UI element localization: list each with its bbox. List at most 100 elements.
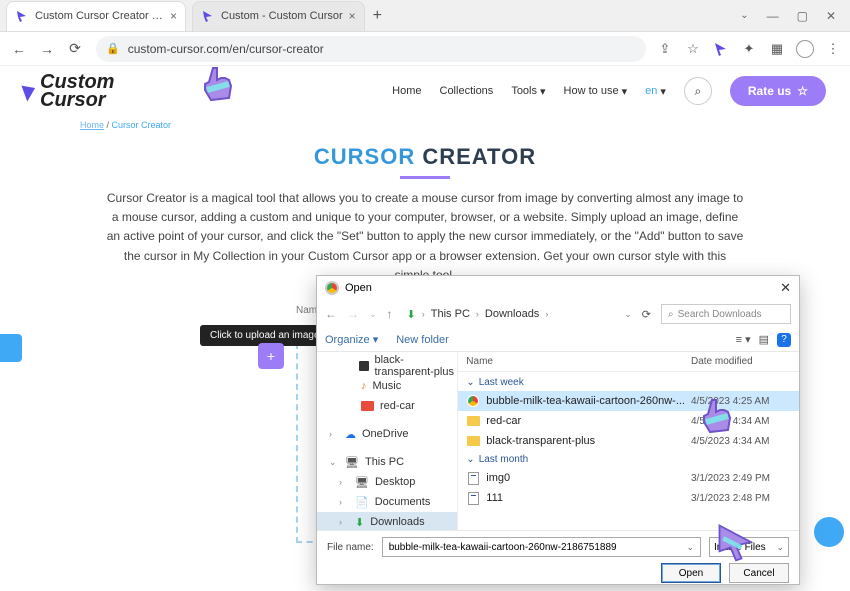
maximize-icon[interactable]: ▢ [797,9,808,23]
tree-item[interactable]: black-transparent-plus [317,356,457,376]
refresh-icon[interactable]: ⟳ [642,308,651,321]
tree-item-onedrive[interactable]: ›☁OneDrive [317,424,457,444]
list-row[interactable]: 1113/1/2023 2:48 PM [458,488,799,508]
new-tab-button[interactable]: + [373,7,382,25]
rate-us-button[interactable]: Rate us☆ [730,76,826,106]
avatar[interactable] [796,40,814,58]
tab-inactive[interactable]: Custom - Custom Cursor × [192,1,365,31]
breadcrumb-home[interactable]: Home [80,120,104,130]
apps-icon[interactable]: ▦ [768,40,786,58]
back-button[interactable]: ← [325,307,337,321]
dialog-toolbar: Organize ▾ New folder ≡ ▾ ▤ ? [317,328,799,352]
dialog-titlebar: Open ✕ [317,276,799,300]
col-name[interactable]: Name [466,356,691,367]
list-row[interactable]: bubble-milk-tea-kawaii-cartoon-260nw-...… [458,391,799,411]
dialog-title: Open [345,282,372,294]
title-underline [400,176,450,179]
browser-titlebar: Custom Cursor Creator - Custom... × Cust… [0,0,850,32]
page-title: CURSOR CREATOR [60,144,790,170]
file-list: Name Date modified ⌄Last week bubble-mil… [458,352,799,530]
list-row[interactable]: black-transparent-plus4/5/2023 4:34 AM [458,431,799,451]
tree-item[interactable]: red-car [317,396,457,416]
pointer-cursor-icon [694,392,742,440]
chevron-down-icon[interactable]: ⌄ [369,309,377,320]
help-icon[interactable]: ? [777,333,791,347]
close-icon[interactable]: × [349,9,356,23]
url: custom-cursor.com/en/cursor-creator [128,42,324,56]
chevron-down-icon: ▾ [660,85,666,98]
close-window-icon[interactable]: ✕ [826,9,836,23]
reload-button[interactable]: ⟳ [64,38,86,60]
download-icon: ⬇ [407,308,416,321]
bookmark-icon[interactable]: ☆ [684,40,702,58]
chrome-icon [467,395,479,407]
up-button[interactable]: ↑ [387,307,393,321]
star-icon: ☆ [797,84,808,98]
open-button[interactable]: Open [661,563,721,583]
extensions-icon[interactable]: ✦ [740,40,758,58]
organize-menu[interactable]: Organize ▾ [325,333,378,346]
lock-icon: 🔒 [106,42,120,55]
nav-home[interactable]: Home [392,85,421,97]
chevron-down-icon[interactable]: ⌄ [740,10,748,21]
arrow-icon [21,81,38,101]
main-nav: Home Collections Tools▾ How to use▾ en▾ … [392,76,826,106]
chevron-down-icon: ▾ [622,85,628,98]
menu-icon[interactable]: ⋮ [824,40,842,58]
cancel-button[interactable]: Cancel [729,563,789,583]
tree-item[interactable]: ›📄Documents [317,492,457,512]
nav-lang[interactable]: en▾ [645,85,666,98]
site-header: Custom Cursor Home Collections Tools▾ Ho… [0,66,850,116]
chevron-down-icon: ▾ [540,85,546,98]
list-header: Name Date modified [458,352,799,372]
upload-button[interactable]: + [258,343,284,369]
window-controls: ⌄ — ▢ ✕ [740,9,850,23]
close-icon[interactable]: ✕ [780,280,791,296]
minimize-icon[interactable]: — [767,9,779,23]
group-lastweek[interactable]: ⌄Last week [458,374,799,391]
new-folder-button[interactable]: New folder [396,334,449,346]
share-icon[interactable]: ⇪ [656,40,674,58]
col-date[interactable]: Date modified [691,356,791,367]
favicon-icon [201,9,215,23]
list-row[interactable]: img03/1/2023 2:49 PM [458,468,799,488]
dialog-navbar: ← → ⌄ ↑ ⬇ › This PC › Downloads › ⌄ ⟳ ⌕S… [317,300,799,328]
cursor-ext-icon[interactable] [712,40,730,58]
pointer-cursor-icon [195,60,243,108]
tree-item-downloads[interactable]: ›⬇Downloads [317,512,457,530]
search-icon: ⌕ [668,309,674,320]
view-details-icon[interactable]: ▤ [759,333,769,346]
chrome-icon [325,281,339,295]
feedback-tab[interactable] [0,334,22,362]
address-bar[interactable]: 🔒 custom-cursor.com/en/cursor-creator [96,36,646,62]
path-bar[interactable]: ⬇ › This PC › Downloads › [407,308,615,321]
forward-button[interactable]: → [36,38,58,60]
search-button[interactable]: ⌕ [684,77,712,105]
tree-item-thispc[interactable]: ⌄🖥This PC [317,452,457,472]
close-icon[interactable]: × [170,9,177,23]
filename-label: File name: [327,542,374,553]
logo[interactable]: Custom Cursor [24,73,114,109]
download-fab[interactable] [814,517,844,547]
group-lastmonth[interactable]: ⌄Last month [458,451,799,468]
back-button[interactable]: ← [8,38,30,60]
nav-howto[interactable]: How to use▾ [564,85,628,98]
breadcrumb-current: Cursor Creator [112,120,172,130]
tab-label: Custom Cursor Creator - Custom... [35,10,164,22]
tree-item[interactable]: ›🖥Desktop [317,472,457,492]
tree-item[interactable]: ♪Music [317,376,457,396]
favicon-icon [15,9,29,23]
chevron-down-icon[interactable]: ⌄ [624,309,632,320]
view-list-icon[interactable]: ≡ ▾ [736,333,751,346]
list-row[interactable]: red-car4/5/2023 4:34 AM [458,411,799,431]
tab-active[interactable]: Custom Cursor Creator - Custom... × [6,1,186,31]
search-icon: ⌕ [695,84,702,99]
page-description: Cursor Creator is a magical tool that al… [105,189,745,285]
forward-button[interactable]: → [347,307,359,321]
nav-collections[interactable]: Collections [440,85,494,97]
pointer-cursor-icon [714,520,758,564]
search-input[interactable]: ⌕Search Downloads [661,304,791,324]
filename-input[interactable]: bubble-milk-tea-kawaii-cartoon-260nw-218… [382,537,701,557]
folder-tree: black-transparent-plus ♪Music red-car ›☁… [317,352,458,530]
nav-tools[interactable]: Tools▾ [511,85,545,98]
